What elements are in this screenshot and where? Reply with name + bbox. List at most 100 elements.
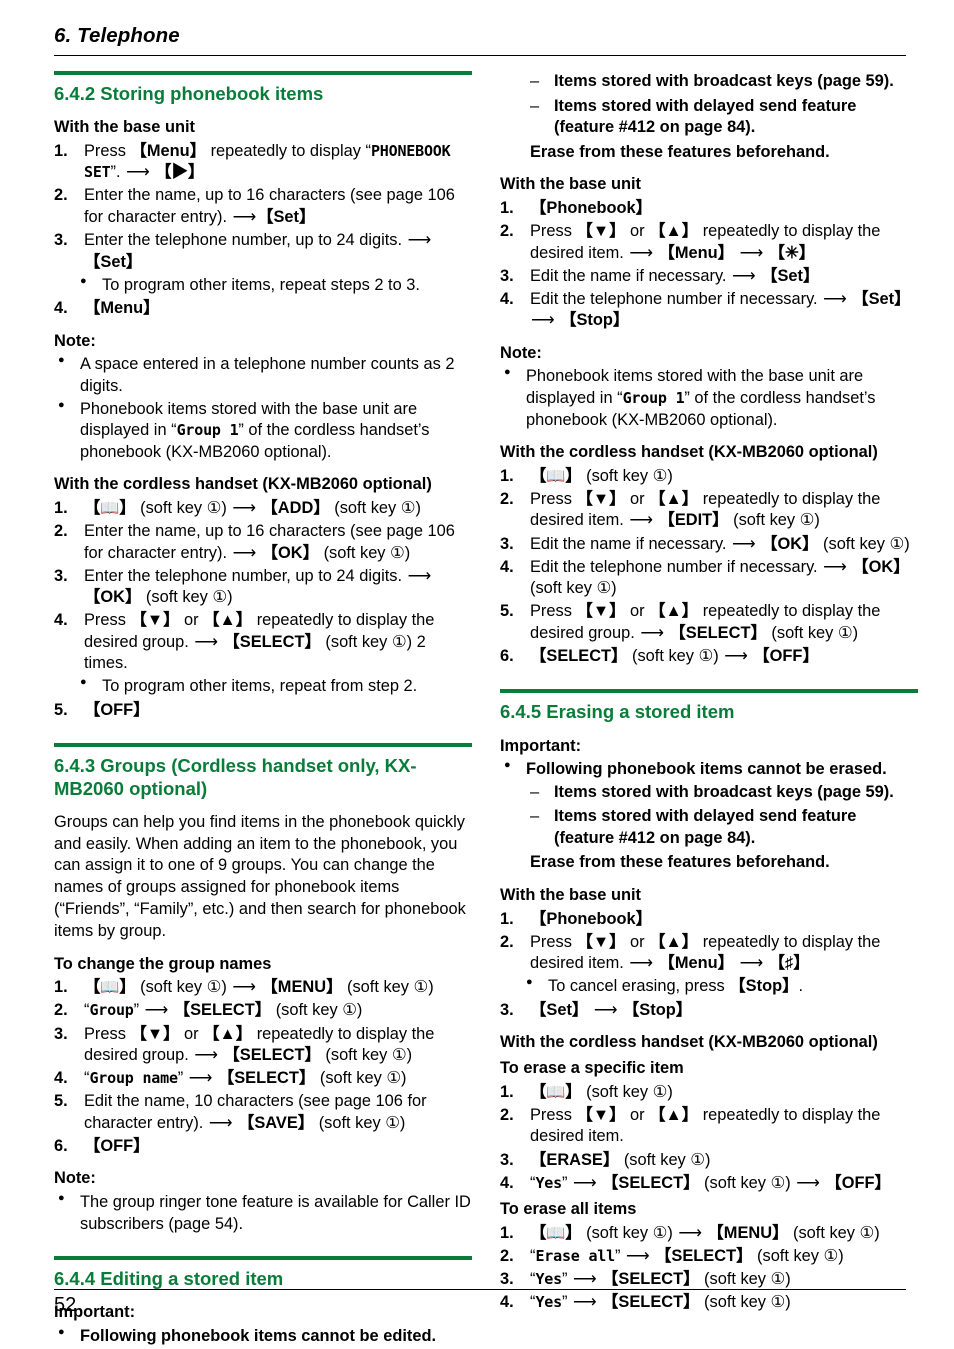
numbered-step: 3. Press 【▼】 or 【▲】 repeatedly to display…: [54, 1024, 472, 1067]
list-item: To program other items, repeat from step…: [54, 675, 472, 698]
text-run: (soft key ①): [766, 623, 859, 642]
numbered-step: 2. Enter the name, up to 16 characters (s…: [54, 521, 472, 564]
arrow-icon: ⟶: [126, 163, 150, 182]
key-label: 【SELECT】: [669, 623, 767, 642]
arrow-icon: ⟶: [572, 1269, 597, 1288]
text-run: Press: [84, 141, 131, 160]
page-number: 52: [54, 1294, 77, 1316]
numbered-step: 3. Edit the name if necessary. ⟶ 【OK】 (so…: [500, 534, 918, 556]
key-label: 【OK】: [84, 588, 142, 607]
subheading-change-group-names: To change the group names: [54, 954, 272, 973]
notes-642: A space entered in a telephone number co…: [54, 353, 472, 463]
page-footer: 52: [54, 1289, 906, 1317]
step-number: 2.: [500, 221, 514, 240]
key-label: 【▲】: [203, 611, 253, 630]
key-label: 【SELECT】: [223, 632, 321, 651]
text-run: Edit the name if necessary.: [530, 534, 732, 553]
key-label: 【OK】: [852, 557, 910, 576]
arrow-icon: ⟶: [823, 289, 847, 308]
text-run: or: [179, 611, 204, 630]
text-run: or: [625, 221, 650, 240]
step-number: 1.: [54, 498, 68, 517]
section-title-6-4-4: 6.4.4 Editing a stored item: [54, 1268, 284, 1290]
text-run: Enter the telephone number, up to 24 dig…: [84, 231, 407, 250]
numbered-step: 2. Enter the name, up to 16 characters (s…: [54, 185, 472, 228]
section-6-4-5: 6.4.5 Erasing a stored item Important: F…: [500, 689, 918, 1313]
step-number: 4.: [500, 1173, 514, 1192]
key-label: 【SELECT】: [602, 1269, 700, 1288]
key-label: 【OFF】: [753, 646, 819, 665]
subheading-erase-specific: To erase a specific item: [500, 1059, 684, 1078]
steps-645-erase-specific: 1. 【📖】 (soft key ①) 2. Press 【▼】 or 【▲】 rep…: [500, 1082, 918, 1194]
section-6-4-2: 6.4.2 Storing phonebook items With the b…: [54, 71, 472, 722]
list-item: To cancel erasing, press 【Stop】.: [500, 975, 918, 998]
text-run: ”: [561, 1269, 572, 1288]
arrow-icon: ⟶: [232, 207, 257, 226]
numbered-step: 4. 【Menu】: [54, 298, 472, 320]
numbered-step: 1. 【📖】 (soft key ①): [500, 466, 918, 488]
phonebook-icon: 📖: [546, 467, 566, 485]
arrow-icon: ⟶: [678, 1223, 702, 1242]
key-label: 【OK】: [261, 543, 320, 562]
right-column: Items stored with broadcast keys (page 5…: [500, 71, 918, 1315]
numbered-step: 4. Press 【▼】 or 【▲】 repeatedly to display…: [54, 610, 472, 675]
text-run: repeatedly to display: [206, 141, 366, 160]
important-bullets-644: Following phonebook items cannot be edit…: [54, 1325, 472, 1348]
key-label: 】: [119, 498, 136, 517]
numbered-step: 3. Enter the telephone number, up to 24 d…: [54, 230, 472, 273]
subheading-base-unit: With the base unit: [54, 118, 195, 137]
numbered-step: 4. Edit the telephone number if necessary…: [500, 557, 918, 600]
text-run: (soft key ①): [319, 543, 411, 562]
list-item: Items stored with delayed send feature (…: [500, 806, 918, 849]
key-label: 【Phonebook】: [530, 909, 653, 928]
step-number: 3.: [54, 231, 68, 250]
key-label: 【OK】: [761, 534, 819, 553]
numbered-step: 1. 【📖】 (soft key ①) ⟶ 【MENU】 (soft key ①): [54, 977, 472, 999]
text-run: (soft key ①): [530, 579, 617, 598]
step-number: 6.: [500, 646, 514, 665]
text-run: (soft key ①): [581, 1223, 678, 1242]
text-run: or: [179, 1024, 204, 1043]
key-label: 【▲】: [649, 602, 699, 621]
section-title-6-4-2: 6.4.2 Storing phonebook items: [54, 83, 324, 104]
text-run: To cancel erasing, press: [548, 977, 730, 996]
text-run: (soft key ①): [752, 1246, 844, 1265]
text-run: (soft key ①): [581, 1082, 673, 1101]
list-item-text: Following phonebook items cannot be edit…: [80, 1326, 437, 1345]
step-number: 2.: [500, 1246, 514, 1265]
key-label: 【SELECT】: [602, 1173, 700, 1192]
arrow-icon: ⟶: [232, 498, 256, 517]
steps-645-base: 1. 【Phonebook】 2. Press 【▼】 or 【▲】 repeated…: [500, 909, 918, 1022]
important-heading-645: Important:: [500, 736, 582, 755]
numbered-step: 1. 【📖】 (soft key ①): [500, 1082, 918, 1104]
key-label: 【Set】: [761, 266, 820, 285]
text-run: Edit the name if necessary.: [530, 266, 732, 285]
note-heading-642: Note:: [54, 331, 96, 350]
numbered-step: 3. Edit the name if necessary. ⟶ 【Set】: [500, 266, 918, 288]
numbered-step: 5. Press 【▼】 or 【▲】 repeatedly to display…: [500, 601, 918, 644]
text-run: Press: [530, 932, 577, 951]
step-number: 1.: [500, 466, 514, 485]
key-label: 【Menu】: [658, 243, 735, 262]
section-rule-6-4-3: [54, 742, 472, 747]
key-label: 】: [565, 1082, 582, 1101]
step-number: 4.: [500, 289, 514, 308]
text-run: (soft key ①): [141, 588, 233, 607]
step-number: 1.: [500, 198, 514, 217]
arrow-icon: ⟶: [796, 1173, 820, 1192]
key-label: 【MENU】: [261, 978, 343, 997]
erase-beforehand-644: Erase from these features beforehand.: [530, 142, 830, 161]
numbered-step: 3. “Yes” ⟶ 【SELECT】 (soft key ①): [500, 1269, 918, 1291]
step-number: 3.: [500, 1150, 514, 1169]
text-run: [734, 954, 739, 972]
text-run: ”: [561, 1173, 572, 1192]
steps-643-change-names: 1. 【📖】 (soft key ①) ⟶ 【MENU】 (soft key ①)…: [54, 977, 472, 1157]
left-column: 6.4.2 Storing phonebook items With the b…: [54, 71, 472, 1349]
step-number: 4.: [54, 611, 68, 630]
text-run: (soft key ①): [619, 1150, 711, 1169]
arrow-icon: ⟶: [629, 511, 653, 530]
text-run: (soft key ①): [314, 1113, 406, 1132]
key-label: 【: [530, 1223, 547, 1242]
lcd-text: Group 1: [176, 421, 239, 440]
key-label: 【▲】: [203, 1024, 253, 1043]
